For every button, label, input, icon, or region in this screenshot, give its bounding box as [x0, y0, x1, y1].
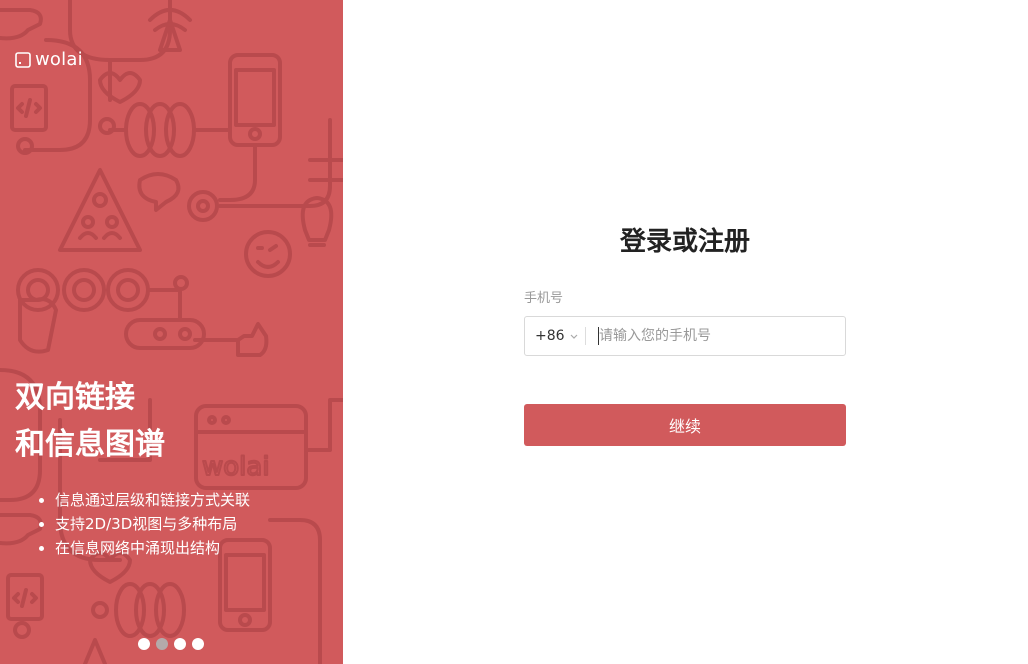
phone-label: 手机号: [524, 291, 564, 306]
svg-text:wolai: wolai: [202, 452, 270, 482]
login-form: 登录或注册 手机号 +86 继续: [524, 220, 846, 446]
country-code-select[interactable]: +86: [525, 317, 585, 355]
feature-item: 在信息网络中涌现出结构: [55, 536, 250, 560]
phone-field: +86: [524, 316, 846, 356]
carousel-dot-2[interactable]: [156, 638, 168, 650]
promo-panel: wolai wolai 双向链接 和信息图谱 • 信息通过层级和链接方式关联 •…: [0, 0, 343, 664]
headline-line-1: 双向链接: [15, 380, 135, 415]
page-title: 登录或注册: [619, 227, 750, 257]
headline-line-2: 和信息图谱: [15, 427, 165, 462]
wolai-logo-icon: [15, 51, 31, 68]
carousel-dot-3[interactable]: [174, 638, 186, 650]
app-window: wolai wolai 双向链接 和信息图谱 • 信息通过层级和链接方式关联 •…: [0, 0, 1028, 664]
carousel-dots: [138, 638, 204, 650]
carousel-dot-4[interactable]: [192, 638, 204, 650]
wolai-logo[interactable]: wolai: [15, 49, 83, 70]
feature-item: 支持2D/3D视图与多种布局: [55, 512, 250, 536]
promo-headline: 双向链接 和信息图谱: [15, 374, 165, 468]
feature-list: 信息通过层级和链接方式关联 支持2D/3D视图与多种布局 在信息网络中涌现出结构: [15, 488, 250, 560]
continue-button[interactable]: 继续: [524, 404, 846, 446]
text-caret: [598, 327, 599, 345]
doodle-background-pattern: wolai: [0, 0, 343, 664]
logo-text: wolai: [35, 49, 83, 70]
chevron-down-icon: [570, 334, 577, 339]
carousel-dot-1[interactable]: [138, 638, 150, 650]
feature-item: 信息通过层级和链接方式关联: [55, 488, 250, 512]
country-code-value: +86: [535, 328, 565, 344]
phone-input[interactable]: [586, 317, 845, 355]
